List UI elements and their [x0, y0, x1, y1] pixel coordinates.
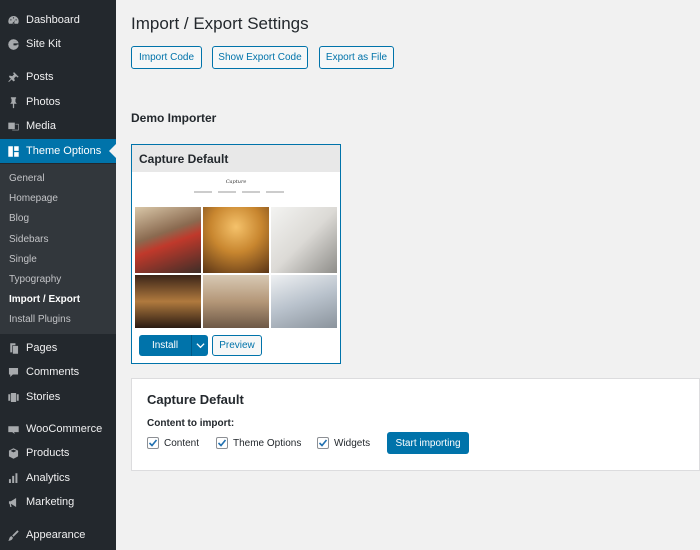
demo-card: Capture Default Capture Install Preview	[131, 144, 341, 364]
google-g-icon	[0, 38, 26, 51]
preview-logo: Capture	[225, 179, 247, 185]
install-button[interactable]: Install	[139, 335, 191, 356]
theme-options-submenu: General Homepage Blog Sidebars Single Ty…	[0, 164, 116, 334]
menu-item-appearance[interactable]: Appearance	[0, 523, 116, 547]
admin-sidebar: Dashboard Site Kit Posts Photos Media Th…	[0, 0, 116, 550]
dashboard-icon	[0, 14, 26, 27]
menu-item-dashboard[interactable]: Dashboard	[0, 8, 116, 32]
menu-label: Dashboard	[26, 14, 80, 26]
menu-item-stories[interactable]: Stories	[0, 385, 116, 409]
woocommerce-icon	[0, 423, 26, 436]
menu-label: Comments	[26, 366, 80, 378]
show-export-code-button[interactable]: Show Export Code	[212, 46, 308, 69]
menu-label: Theme Options	[26, 145, 102, 157]
menu-label: WooCommerce	[26, 423, 103, 435]
checkmark-icon	[148, 439, 158, 447]
theme-options-checkbox-label[interactable]: Theme Options	[233, 438, 301, 449]
thumbnail-cafe	[135, 275, 201, 328]
bar-chart-icon	[0, 472, 26, 485]
menu-label: Appearance	[26, 529, 86, 541]
theme-options-icon	[0, 145, 26, 158]
import-code-button[interactable]: Import Code	[131, 46, 202, 69]
submenu-item-single[interactable]: Single	[9, 254, 37, 265]
chevron-down-icon	[195, 343, 205, 349]
menu-label: Stories	[26, 391, 61, 403]
widgets-checkbox-label[interactable]: Widgets	[334, 438, 370, 449]
paintbrush-icon	[0, 529, 26, 542]
install-dropdown-toggle[interactable]	[191, 335, 208, 356]
export-as-file-button[interactable]: Export as File	[319, 46, 394, 69]
menu-item-pages[interactable]: Pages	[0, 336, 116, 360]
menu-label: Pages	[26, 342, 58, 354]
thumbnail-people	[203, 275, 269, 328]
submenu-item-typography[interactable]: Typography	[9, 274, 61, 285]
menu-label: Analytics	[26, 472, 71, 484]
widgets-checkbox[interactable]	[317, 437, 329, 449]
menu-item-marketing[interactable]: Marketing	[0, 490, 116, 514]
checkmark-icon	[217, 439, 227, 447]
menu-item-comments[interactable]: Comments	[0, 360, 116, 384]
menu-item-posts[interactable]: Posts	[0, 65, 116, 89]
preview-button[interactable]: Preview	[212, 335, 262, 356]
menu-item-photos[interactable]: Photos	[0, 90, 116, 114]
pin-icon	[0, 96, 26, 109]
thumbnail-notebook	[271, 207, 337, 273]
menu-item-products[interactable]: Products	[0, 441, 116, 465]
menu-label: Marketing	[26, 496, 75, 508]
preview-nav	[194, 191, 284, 193]
submenu-item-import-export[interactable]: Import / Export	[9, 294, 80, 305]
stories-icon	[0, 391, 26, 404]
menu-label: Site Kit	[26, 38, 61, 50]
pages-icon	[0, 342, 26, 355]
checkmark-icon	[318, 439, 328, 447]
box-icon	[0, 447, 26, 460]
submenu-item-general[interactable]: General	[9, 173, 45, 184]
start-importing-button[interactable]: Start importing	[387, 432, 469, 454]
demo-importer-heading: Demo Importer	[131, 111, 217, 125]
pushpin-icon	[0, 71, 26, 84]
menu-label: Photos	[26, 96, 61, 108]
menu-item-media[interactable]: Media	[0, 114, 116, 138]
content-checkbox[interactable]	[147, 437, 159, 449]
content-checkbox-label[interactable]: Content	[164, 438, 199, 449]
submenu-item-sidebars[interactable]: Sidebars	[9, 234, 48, 245]
import-panel: Capture Default Content to import: Conte…	[131, 378, 700, 471]
submenu-item-homepage[interactable]: Homepage	[9, 193, 58, 204]
demo-preview-image[interactable]: Capture	[134, 173, 338, 330]
thumbnail-bazaar	[203, 207, 269, 273]
submenu-item-blog[interactable]: Blog	[9, 213, 29, 224]
menu-item-woocommerce[interactable]: WooCommerce	[0, 417, 116, 441]
demo-card-title: Capture Default	[132, 145, 340, 172]
thumbnail-market-street	[135, 207, 201, 273]
theme-options-checkbox[interactable]	[216, 437, 228, 449]
menu-label: Posts	[26, 71, 54, 83]
menu-item-theme-options[interactable]: Theme Options	[0, 139, 116, 163]
submenu-item-install-plugins[interactable]: Install Plugins	[9, 314, 71, 325]
page-title: Import / Export Settings	[131, 14, 309, 33]
import-panel-title: Capture Default	[147, 392, 244, 407]
thumbnail-laptop	[271, 275, 337, 328]
menu-label: Media	[26, 120, 56, 132]
comment-icon	[0, 366, 26, 379]
content-to-import-label: Content to import:	[147, 418, 235, 429]
media-icon	[0, 120, 26, 133]
megaphone-icon	[0, 496, 26, 509]
menu-item-analytics[interactable]: Analytics	[0, 466, 116, 490]
menu-item-site-kit[interactable]: Site Kit	[0, 32, 116, 56]
menu-label: Products	[26, 447, 70, 459]
